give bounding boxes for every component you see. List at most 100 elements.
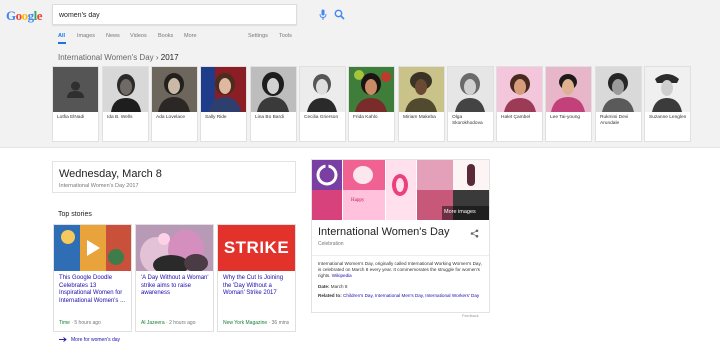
carousel-card-name: Cecilia Grierson [304, 115, 339, 120]
search-header: Google All Images News Videos Books More… [0, 0, 720, 148]
search-box[interactable] [52, 4, 345, 25]
carousel-card-name: Ida B. Wells [107, 115, 133, 120]
wikipedia-link[interactable]: Wikipedia [332, 273, 352, 278]
carousel-card[interactable]: Sally Ride [200, 66, 247, 142]
strike-banner-text: STRIKE [223, 238, 290, 257]
carousel-card-name: Lotfia ElNadi [57, 115, 85, 120]
panel-description: International Women's Day, originally ca… [318, 261, 482, 279]
breadcrumb-parent[interactable]: International Women's Day [58, 53, 154, 62]
carousel-card[interactable]: Ida B. Wells [102, 66, 149, 142]
portrait-image [103, 67, 148, 112]
person-placeholder-icon [67, 81, 84, 98]
portrait-image [399, 67, 444, 112]
more-stories-label: More for women's day [71, 337, 121, 343]
story-image [136, 225, 213, 271]
doodle-carousel: Lotfia ElNadi Ida B. Wells Ada Lovelace … [52, 66, 694, 142]
story-card[interactable]: STRIKE Why the Cut Is Joining the 'Day W… [217, 224, 296, 332]
carousel-card[interactable]: Olga Skorokhodova [447, 66, 494, 142]
tab-images[interactable]: Images [77, 33, 95, 39]
story-headline[interactable]: 'A Day Without a Woman' strike aims to r… [141, 275, 211, 298]
portrait-image [546, 67, 591, 112]
active-tab-indicator [58, 42, 66, 44]
portrait-image [497, 67, 542, 112]
carousel-card[interactable]: Lotfia ElNadi [52, 66, 99, 142]
story-age: 2 hours ago [169, 320, 196, 326]
panel-date-value: March 8 [330, 284, 348, 289]
story-source-name: New York Magazine [223, 320, 268, 326]
grid-image[interactable] [343, 160, 385, 190]
panel-category: Celebration [318, 241, 344, 247]
carousel-card[interactable]: Ada Lovelace [151, 66, 198, 142]
carousel-card[interactable]: Suzanne Lenglen [644, 66, 691, 142]
carousel-card-name: Lee Tai-young [550, 115, 581, 120]
carousel-card-name: Sally Ride [205, 115, 227, 120]
panel-date-label: Date: [318, 284, 330, 289]
panel-title: International Women's Day [318, 226, 450, 238]
top-stories-heading: Top stories [58, 211, 92, 218]
grid-image-caption: Happy [351, 198, 365, 203]
carousel-card-name: Halet Çambel [501, 115, 531, 120]
grid-image[interactable] [417, 160, 453, 190]
search-input[interactable] [59, 8, 254, 22]
story-headline[interactable]: This Google Doodle Celebrates 13 Inspira… [59, 275, 129, 306]
carousel-card-name: Frida Kahlo [353, 115, 378, 120]
story-headline[interactable]: Why the Cut Is Joining the 'Day Without … [223, 275, 293, 298]
story-age: 5 hours ago [74, 320, 101, 326]
more-images-link[interactable]: More images [444, 209, 476, 215]
carousel-card[interactable]: Miriam Makeba [398, 66, 445, 142]
date-answer: Wednesday, March 8 [59, 168, 162, 180]
portrait-image [596, 67, 641, 112]
story-age: 36 mins [271, 320, 290, 326]
date-answer-event: International Women's Day 2017 [59, 183, 139, 189]
carousel-card-name: Miriam Makeba [403, 115, 436, 120]
tab-settings[interactable]: Settings [248, 33, 268, 39]
tab-books[interactable]: Books [158, 33, 173, 39]
portrait-image [448, 67, 493, 112]
portrait-image [53, 67, 98, 112]
portrait-image [251, 67, 296, 112]
carousel-card-name: Ada Lovelace [156, 115, 186, 120]
carousel-card[interactable]: Lee Tai-young [545, 66, 592, 142]
arrow-right-icon [59, 337, 67, 342]
story-image [54, 225, 131, 271]
more-stories-link[interactable]: More for women's day [59, 336, 120, 343]
microphone-icon[interactable] [319, 9, 327, 21]
panel-related-links[interactable]: Children's Day, International Men's Day,… [343, 293, 479, 298]
grid-image[interactable] [386, 160, 416, 220]
search-icon[interactable] [334, 9, 345, 20]
grid-image[interactable] [312, 160, 342, 190]
tab-all[interactable]: All [58, 33, 65, 39]
grid-image[interactable] [312, 190, 342, 220]
story-source-name: Al Jazeera [141, 320, 165, 326]
date-answer-box: Wednesday, March 8 International Women's… [52, 161, 296, 193]
carousel-card[interactable]: Cecilia Grierson [299, 66, 346, 142]
grid-image[interactable]: Happy [343, 190, 385, 220]
portrait-image [645, 67, 690, 112]
carousel-card[interactable]: Halet Çambel [496, 66, 543, 142]
tab-more[interactable]: More [184, 33, 197, 39]
portrait-image [152, 67, 197, 112]
feedback-link[interactable]: Feedback [462, 314, 479, 318]
carousel-card[interactable]: Rukmini Devi Arundale [595, 66, 642, 142]
story-card[interactable]: 'A Day Without a Woman' strike aims to r… [135, 224, 214, 332]
carousel-card[interactable]: Frida Kahlo [348, 66, 395, 142]
tab-tools[interactable]: Tools [279, 33, 292, 39]
portrait-image [201, 67, 246, 112]
carousel-card-name: Olga Skorokhodova [452, 115, 483, 126]
panel-related-row: Related to: Children's Day, Internationa… [318, 293, 482, 299]
breadcrumb-year: 2017 [160, 53, 179, 62]
share-icon[interactable] [470, 229, 479, 238]
tab-videos[interactable]: Videos [130, 33, 147, 39]
panel-date-row: Date: March 8 [318, 284, 347, 289]
grid-image[interactable] [453, 160, 489, 190]
story-card[interactable]: This Google Doodle Celebrates 13 Inspira… [53, 224, 132, 332]
portrait-image [349, 67, 394, 112]
google-logo[interactable]: Google [6, 5, 46, 27]
story-image: STRIKE [218, 225, 295, 271]
knowledge-panel: Happy More images International Women's … [311, 159, 490, 313]
story-source: New York Magazine · 36 mins [223, 320, 290, 326]
story-source-name: Time [59, 320, 70, 326]
carousel-card[interactable]: Lina Bo Bardi [250, 66, 297, 142]
carousel-card-name: Suzanne Lenglen [649, 115, 687, 120]
tab-news[interactable]: News [106, 33, 120, 39]
